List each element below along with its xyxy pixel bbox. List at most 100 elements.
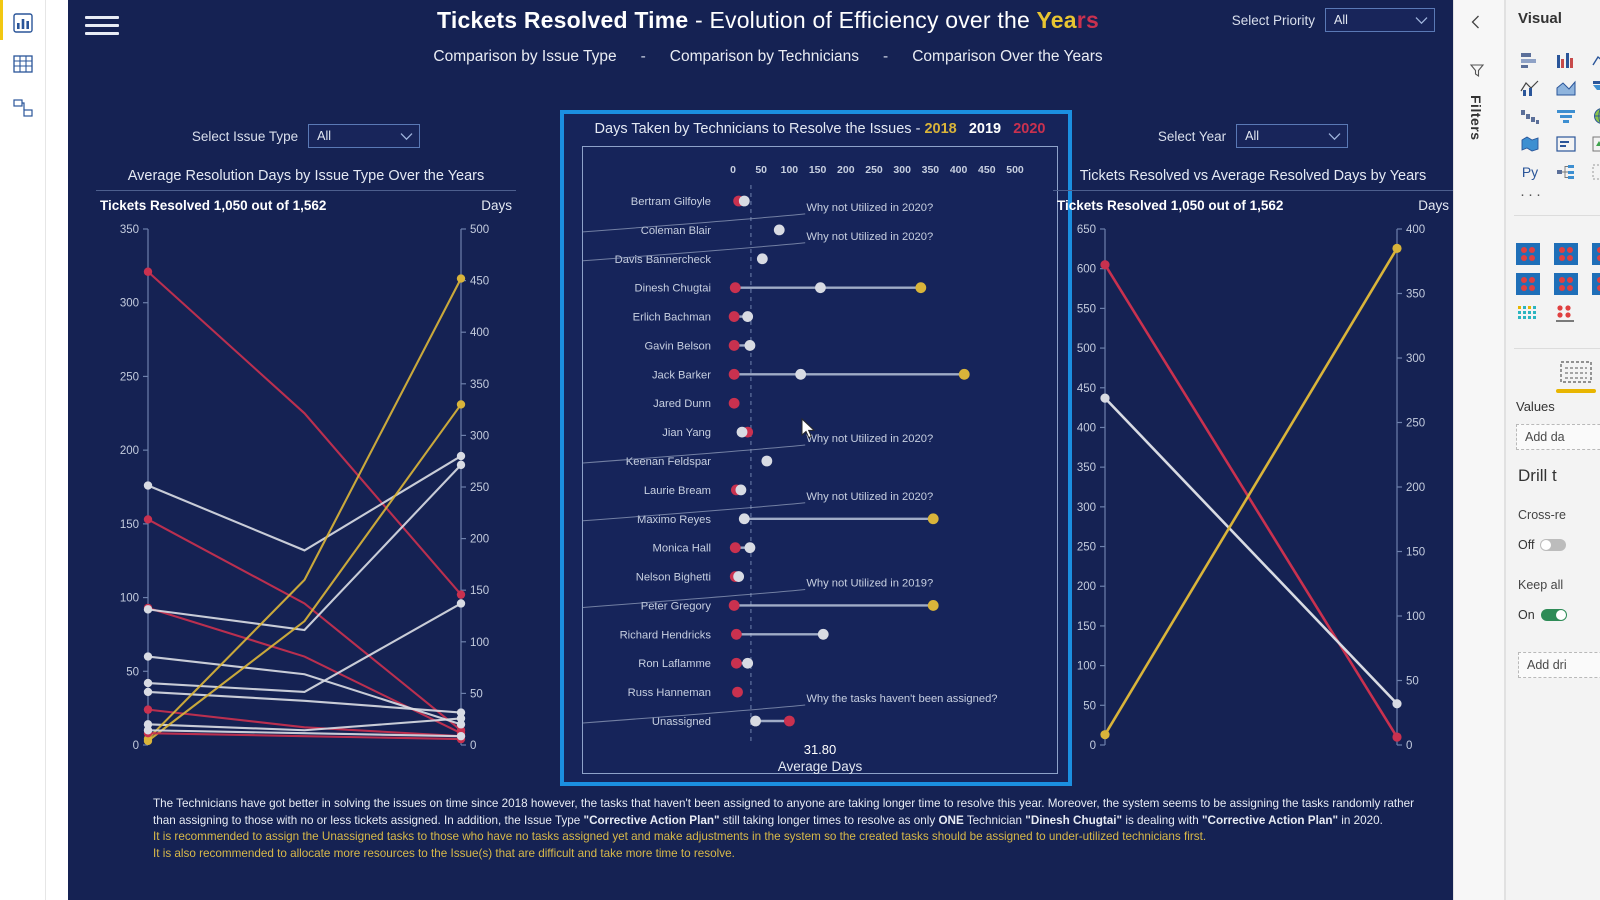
svg-text:150: 150 [470, 585, 489, 597]
svg-text:450: 450 [978, 164, 996, 176]
kpi-icon[interactable] [1588, 132, 1600, 156]
subnav-item-technicians[interactable]: Comparison by Technicians [670, 48, 859, 65]
center-average-value: 31.80 [803, 742, 837, 757]
funnel-chart-icon[interactable] [1552, 104, 1580, 128]
footer-narrative: The Technicians have got better in solvi… [153, 796, 1498, 862]
center-chart-title: Days Taken by Technicians to Resolve the… [564, 121, 1076, 137]
map-globe-icon[interactable] [1588, 104, 1600, 128]
priority-slicer-dropdown[interactable]: All [1325, 8, 1435, 32]
viz-divider-1 [1514, 215, 1600, 216]
right-metric-row: Tickets Resolved 1,050 out of 1,562 Days [1053, 191, 1453, 213]
decomposition-tree-icon[interactable] [1552, 160, 1580, 184]
footer-bold-one: ONE [938, 813, 964, 827]
custom-visual-icon-5[interactable] [1554, 273, 1580, 297]
page-title-years-gold: Yea [1036, 7, 1077, 33]
legend-2018: 2018 [924, 121, 957, 137]
svg-text:50: 50 [126, 666, 139, 678]
svg-text:Russ Hanneman: Russ Hanneman [628, 687, 711, 699]
line-chart-icon[interactable] [1588, 48, 1600, 72]
svg-text:150: 150 [809, 164, 827, 176]
svg-text:Why not Utilized in 2020?: Why not Utilized in 2020? [806, 491, 933, 503]
waterfall-chart-icon[interactable] [1516, 104, 1544, 128]
keep-all-toggle-row[interactable]: On [1518, 608, 1567, 622]
custom-visual-icon-1[interactable] [1516, 243, 1542, 267]
svg-text:600: 600 [1077, 264, 1096, 276]
svg-text:100: 100 [470, 637, 489, 649]
footer-line-2-mid: still taking longer times to resolve as … [719, 813, 939, 827]
ellipsis-icon[interactable]: ··· [1520, 186, 1544, 203]
year-slicer-dropdown[interactable]: All [1236, 124, 1349, 148]
left-line-chart[interactable]: 3503002502001501005005004504003503002502… [96, 215, 516, 775]
center-average-footer: 31.80 Average Days [564, 742, 1076, 774]
clustered-column-chart-icon[interactable] [1552, 48, 1580, 72]
svg-text:Erlich Bachman: Erlich Bachman [633, 312, 711, 324]
center-chart-title-main: Days Taken by Technicians to Resolve the… [594, 121, 912, 137]
page-title-dash: - [688, 7, 710, 33]
filled-map-icon[interactable] [1516, 132, 1544, 156]
year-slicer-label: Select Year [1157, 128, 1227, 144]
svg-text:400: 400 [470, 327, 489, 339]
right-panel: Select Year All Tickets Resolved vs Aver… [1053, 124, 1453, 213]
card-icon[interactable] [1552, 132, 1580, 156]
svg-text:Davis Bannercheck: Davis Bannercheck [615, 254, 712, 266]
svg-text:Nelson Bighetti: Nelson Bighetti [636, 572, 711, 584]
svg-text:Dinesh Chugtai: Dinesh Chugtai [635, 283, 712, 295]
values-well-label: Values [1516, 399, 1555, 414]
center-plot-frame: 0 50 100 150 200 250 300 350 400 450 500 Bertram Gi… [582, 146, 1058, 774]
footer-line-2-mid2: Technician [963, 813, 1026, 827]
center-visual-container[interactable]: Days Taken by Technicians to Resolve the… [560, 110, 1072, 786]
subnav-separator-2: - [883, 48, 889, 65]
svg-text:Richard Hendricks: Richard Hendricks [620, 629, 712, 641]
svg-text:350: 350 [922, 164, 940, 176]
line-and-column-chart-icon[interactable] [1516, 76, 1544, 100]
svg-text:500: 500 [1006, 164, 1024, 176]
placeholder-visual-icon[interactable] [1588, 160, 1600, 184]
right-chart-title: Tickets Resolved vs Average Resolved Day… [1079, 168, 1427, 184]
custom-visual-icon-3[interactable] [1592, 243, 1600, 267]
add-drill-through-zone[interactable]: Add dri [1518, 642, 1600, 678]
custom-visual-icon-4[interactable] [1516, 273, 1542, 297]
values-well-icon [1559, 360, 1593, 386]
technician-dumbbell-chart[interactable]: 0 50 100 150 200 250 300 350 400 450 500 Bertram Gi… [582, 147, 1057, 773]
svg-text:250: 250 [1077, 542, 1096, 554]
stacked-bar-chart-icon[interactable] [1516, 48, 1544, 72]
issue-type-slicer-dropdown[interactable]: All [308, 124, 421, 148]
cross-report-toggle[interactable] [1540, 539, 1567, 551]
svg-text:Jared Dunn: Jared Dunn [653, 398, 711, 410]
add-drill-through-placeholder[interactable]: Add dri [1518, 652, 1600, 678]
dot-plot-icon[interactable] [1554, 303, 1580, 327]
svg-text:450: 450 [470, 276, 489, 288]
left-metric-row: Tickets Resolved 1,050 out of 1,562 Days [96, 191, 516, 213]
cross-report-toggle-row[interactable]: Off [1518, 538, 1567, 552]
custom-visual-icon-2[interactable] [1554, 243, 1580, 267]
report-canvas: Tickets Resolved Time - Evolution of Eff… [68, 0, 1453, 872]
keep-all-toggle[interactable] [1540, 609, 1567, 621]
svg-text:300: 300 [1077, 502, 1096, 514]
filters-pane-label: Filters [1468, 95, 1484, 141]
values-drop-zone[interactable]: Add da [1516, 424, 1600, 450]
svg-text:350: 350 [120, 224, 139, 236]
right-line-chart[interactable]: 6506005505004504003503002502001501005004… [1053, 215, 1453, 775]
subnav-item-issue-type[interactable]: Comparison by Issue Type [433, 48, 616, 65]
data-view-icon[interactable] [10, 51, 36, 77]
svg-text:200: 200 [120, 445, 139, 457]
svg-text:Unassigned: Unassigned [652, 716, 711, 728]
custom-visual-icon-6[interactable] [1592, 273, 1600, 297]
svg-text:50: 50 [1083, 700, 1096, 712]
svg-text:350: 350 [1077, 462, 1096, 474]
svg-text:50: 50 [470, 688, 483, 700]
area-chart-icon[interactable] [1552, 76, 1580, 100]
svg-text:500: 500 [1077, 343, 1096, 355]
model-view-icon[interactable] [10, 95, 36, 121]
subnav-item-over-years[interactable]: Comparison Over the Years [912, 48, 1102, 65]
svg-text:200: 200 [1077, 581, 1096, 593]
python-visual-icon[interactable]: Py [1516, 160, 1544, 184]
chevron-left-icon[interactable] [1468, 14, 1484, 35]
center-chart-title-dash: - [915, 121, 921, 137]
hamburger-icon[interactable] [85, 12, 119, 38]
matrix-dots-icon[interactable] [1516, 303, 1542, 327]
svg-text:Keenan Feldspar: Keenan Feldspar [626, 456, 711, 468]
svg-text:Why not Utilized in 2020?: Why not Utilized in 2020? [806, 231, 933, 243]
report-view-icon[interactable] [10, 10, 36, 36]
ribbon-chart-icon[interactable] [1588, 76, 1600, 100]
